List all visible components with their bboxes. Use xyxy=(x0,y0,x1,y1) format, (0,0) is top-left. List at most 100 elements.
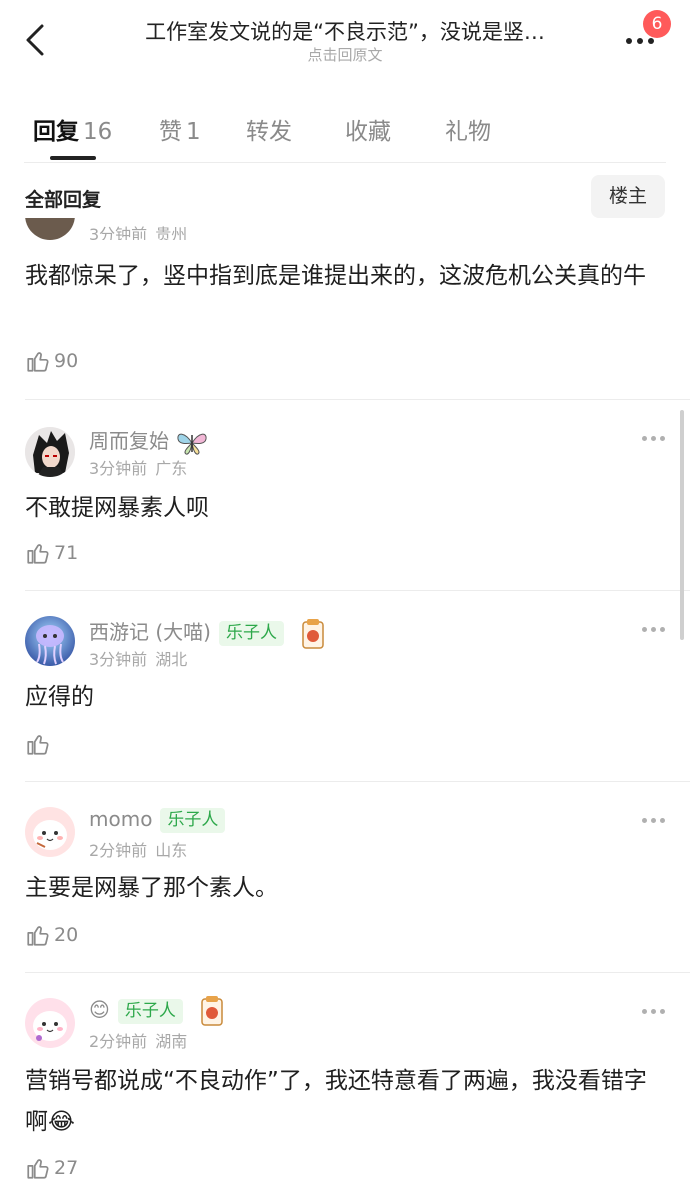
more-dot xyxy=(651,436,656,441)
more-dot xyxy=(637,38,643,44)
comment-location: 湖北 xyxy=(155,650,188,669)
more-dot xyxy=(660,1009,665,1014)
like-button[interactable]: 20 xyxy=(25,920,78,950)
thumbs-up-icon xyxy=(27,544,49,564)
comment-text: 我都惊呆了，竖中指到底是谁提出来的，这波危机公关真的牛 xyxy=(25,263,646,289)
comment-item: 😊 乐子人 2分钟前 湖南 营销号都说成“不良动作”了，我还特意看了两遍，我没看错字… xyxy=(0,973,690,1195)
all-replies-label: 全部回复 xyxy=(25,189,102,211)
comment-more-button[interactable] xyxy=(640,619,668,639)
thumbs-up-icon xyxy=(27,352,49,372)
tab-gifts[interactable]: 礼物 xyxy=(445,112,491,146)
back-button[interactable] xyxy=(18,20,54,60)
comment-location: 广东 xyxy=(155,459,188,478)
comment-meta: 3分钟前 湖北 xyxy=(89,646,187,670)
comment-time: 2分钟前 xyxy=(89,841,148,860)
user-tag: 乐子人 xyxy=(160,808,226,833)
tab-label: 礼物 xyxy=(445,119,491,145)
user-tag: 乐子人 xyxy=(117,998,183,1024)
like-count: 27 xyxy=(54,1157,79,1179)
post-title[interactable]: 工作室发文说的是“不良示范”，没说是竖… xyxy=(100,16,590,46)
owner-only-button[interactable]: 楼主 xyxy=(591,175,665,218)
tab-label: 赞 xyxy=(159,119,182,145)
tab-favorites[interactable]: 收藏 xyxy=(345,112,391,146)
comment-more-button[interactable] xyxy=(640,1001,668,1021)
username-text: 😊 xyxy=(89,997,110,1022)
tab-label: 回复 xyxy=(33,119,79,145)
username-text: 西游记 (大喵) xyxy=(89,620,211,644)
comment-location: 贵州 xyxy=(155,225,188,240)
avatar[interactable] xyxy=(25,998,75,1048)
comment-location: 湖南 xyxy=(155,1032,188,1051)
more-dots-icon xyxy=(642,1009,647,1014)
comment-meta: 2分钟前 湖南 xyxy=(89,1028,187,1052)
tab-replies[interactable]: 回复 16 xyxy=(33,112,112,146)
more-dot xyxy=(648,38,654,44)
avatar[interactable] xyxy=(25,616,75,666)
more-dot xyxy=(651,818,656,823)
tab-likes[interactable]: 赞1 xyxy=(159,112,201,146)
comment-text: 主要是网暴了那个素人。 xyxy=(25,875,278,901)
comment-item: 3分钟前 贵州 我都惊呆了，竖中指到底是谁提出来的，这波危机公关真的牛 90 xyxy=(0,218,690,398)
tab-reposts[interactable]: 转发 xyxy=(246,112,292,146)
more-dots-icon xyxy=(642,627,647,632)
anime-avatar-icon xyxy=(25,427,75,477)
comment-time: 3分钟前 xyxy=(89,225,148,240)
comment-more-button[interactable] xyxy=(640,428,668,448)
mahjong-fa-icon xyxy=(302,618,325,649)
user-tag: 乐子人 xyxy=(218,621,284,646)
username[interactable]: momo 乐子人 xyxy=(89,807,226,833)
avatar[interactable] xyxy=(25,427,75,477)
comment-meta: 3分钟前 贵州 xyxy=(89,221,187,240)
clipped-header: 3分钟前 贵州 xyxy=(0,218,690,240)
thumbs-up-icon xyxy=(27,926,49,946)
divider xyxy=(24,162,666,163)
thumbs-up-icon xyxy=(27,735,49,755)
more-dots-icon xyxy=(642,818,647,823)
butterfly-icon xyxy=(177,433,207,455)
username-text: 周而复始 xyxy=(89,429,169,453)
cute-blob-avatar-icon xyxy=(25,807,75,857)
scrollbar[interactable] xyxy=(680,410,684,640)
username[interactable]: 😊 乐子人 xyxy=(89,994,227,1028)
active-tab-indicator xyxy=(50,156,96,160)
more-dot xyxy=(651,627,656,632)
comment-more-button[interactable] xyxy=(640,810,668,830)
like-button[interactable]: 90 xyxy=(25,346,78,376)
tab-label: 收藏 xyxy=(345,119,391,145)
comment-time: 3分钟前 xyxy=(89,459,148,478)
comment-item: 西游记 (大喵) 乐子人 3分钟前 湖北 应得的 xyxy=(0,591,690,781)
username-text: momo xyxy=(89,807,153,831)
avatar[interactable] xyxy=(25,807,75,857)
chevron-left-icon xyxy=(26,24,44,56)
comment-text: 营销号都说成“不良动作”了，我还特意看了两遍，我没看错字啊😂 xyxy=(25,1068,647,1135)
comment-item: momo 乐子人 2分钟前 山东 主要是网暴了那个素人。 20 xyxy=(0,782,690,972)
notification-badge: 6 xyxy=(643,10,671,38)
like-count: 71 xyxy=(54,542,79,564)
more-dot xyxy=(660,436,665,441)
like-button[interactable]: 27 xyxy=(25,1153,78,1183)
comment-time: 2分钟前 xyxy=(89,1032,148,1051)
like-count: 20 xyxy=(54,924,79,946)
like-count: 90 xyxy=(54,350,79,372)
comment-text: 不敢提网暴素人呗 xyxy=(25,495,209,521)
tab-label: 转发 xyxy=(246,119,292,145)
comment-meta: 2分钟前 山东 xyxy=(89,837,187,861)
comment-meta: 3分钟前 广东 xyxy=(89,455,187,479)
more-dot xyxy=(651,1009,656,1014)
jellyfish-avatar-icon xyxy=(25,616,75,666)
cute-blob-avatar-icon xyxy=(25,998,75,1048)
more-dots-icon xyxy=(626,38,632,44)
more-dot xyxy=(660,818,665,823)
avatar[interactable] xyxy=(25,218,75,240)
comment-time: 3分钟前 xyxy=(89,650,148,669)
like-button[interactable]: 71 xyxy=(25,538,78,568)
comment-location: 山东 xyxy=(155,841,188,860)
more-dot xyxy=(660,627,665,632)
tab-bar: 回复 16 赞1 转发 收藏 礼物 xyxy=(0,104,690,162)
back-to-original-link[interactable]: 点击回原文 xyxy=(100,44,590,65)
like-button[interactable] xyxy=(25,729,54,759)
thumbs-up-icon xyxy=(27,1159,49,1179)
comment-text: 应得的 xyxy=(25,684,94,710)
mahjong-fa-icon xyxy=(201,996,223,1026)
username[interactable]: 周而复始 xyxy=(89,425,209,456)
